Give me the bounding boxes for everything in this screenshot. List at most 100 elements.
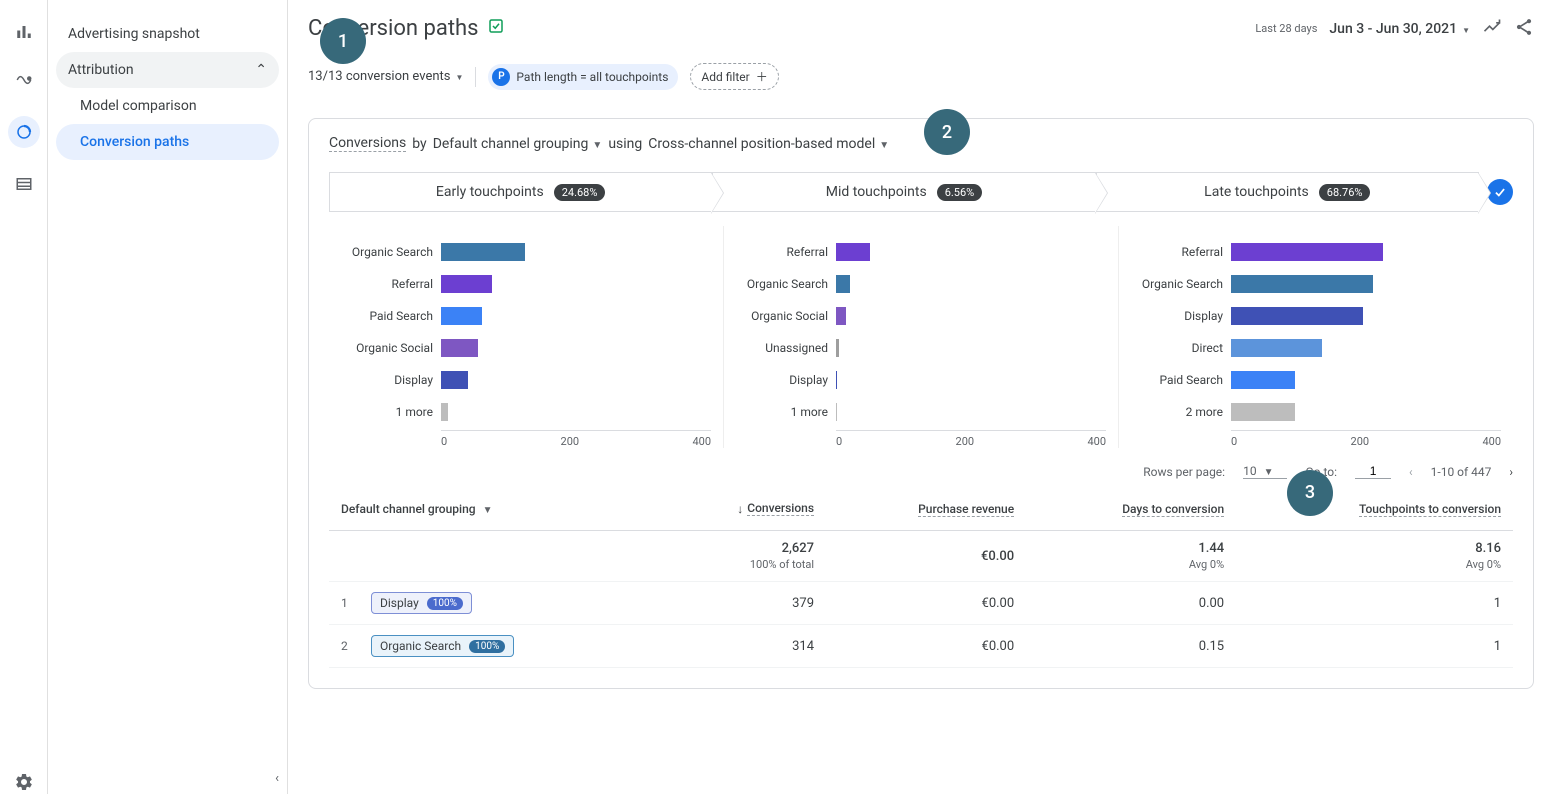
model-selector[interactable]: Cross-channel position-based model▼ bbox=[648, 136, 889, 152]
card-title-using: using bbox=[608, 136, 642, 152]
chart-column: Organic Search Referral Paid Search Organic… bbox=[329, 226, 724, 448]
table-row[interactable]: 2Organic Search 100% 314 €0.00 0.15 1 bbox=[329, 625, 1513, 668]
filter-chip-path-length[interactable]: P Path length = all touchpoints bbox=[488, 64, 678, 90]
callout-3: 3 bbox=[1287, 470, 1333, 516]
sidebar-collapse-icon[interactable]: ‹ bbox=[275, 771, 279, 786]
col-days[interactable]: Days to conversion bbox=[1026, 487, 1236, 531]
bar-row: Organic Social bbox=[341, 334, 711, 362]
bar-row: Organic Search bbox=[1131, 270, 1501, 298]
channel-chip: Display 100% bbox=[371, 592, 472, 614]
bar-label: Organic Search bbox=[1131, 277, 1231, 291]
bar-label: 1 more bbox=[736, 405, 836, 419]
axis-ticks: 0200400 bbox=[441, 430, 711, 448]
callout-1: 1 bbox=[320, 18, 366, 64]
bar-row: Display bbox=[341, 366, 711, 394]
sidebar-item-model-comparison[interactable]: Model comparison bbox=[56, 88, 279, 124]
sidebar-item-conversion-paths[interactable]: Conversion paths bbox=[56, 124, 279, 160]
tab-late-touchpoints[interactable]: Late touchpoints 68.76% bbox=[1096, 172, 1479, 212]
data-table: Default channel grouping ▼ ↓ Conversions… bbox=[329, 487, 1513, 668]
bar-row: Organic Search bbox=[341, 238, 711, 266]
bar-label: Display bbox=[341, 373, 441, 387]
conversions-card: 2 Conversions by Default channel groupin… bbox=[308, 118, 1534, 689]
bar bbox=[441, 307, 482, 325]
rail-advertising-icon[interactable] bbox=[8, 116, 40, 148]
bar-row: Organic Social bbox=[736, 302, 1106, 330]
bar bbox=[441, 339, 478, 357]
bar-label: Unassigned bbox=[736, 341, 836, 355]
bar bbox=[836, 275, 850, 293]
bar bbox=[836, 371, 837, 389]
next-page-icon[interactable]: › bbox=[1509, 465, 1513, 479]
bar-label: Referral bbox=[736, 245, 836, 259]
bar bbox=[1231, 339, 1322, 357]
sidebar-label: Attribution bbox=[68, 62, 134, 78]
bar-label: Direct bbox=[1131, 341, 1231, 355]
channel-chip: Organic Search 100% bbox=[371, 635, 514, 657]
settings-icon[interactable] bbox=[12, 770, 36, 794]
verified-icon bbox=[487, 16, 505, 41]
charts-row: Organic Search Referral Paid Search Organic… bbox=[329, 226, 1513, 448]
bar-label: Paid Search bbox=[341, 309, 441, 323]
bar-label: 1 more bbox=[341, 405, 441, 419]
filter-chip-text: Path length = all touchpoints bbox=[516, 70, 668, 84]
bar-label: Organic Social bbox=[341, 341, 441, 355]
bar bbox=[441, 275, 492, 293]
bar-row: Paid Search bbox=[341, 302, 711, 330]
main-content: 1 Conversion paths Last 28 days Jun 3 - … bbox=[288, 0, 1554, 794]
bar bbox=[1231, 307, 1363, 325]
bar-label: Organic Search bbox=[341, 245, 441, 259]
bar bbox=[1231, 243, 1383, 261]
plus-icon: ＋ bbox=[756, 68, 768, 85]
bar-row: Unassigned bbox=[736, 334, 1106, 362]
sidebar-section-attribution[interactable]: Attribution ⌃ bbox=[56, 52, 279, 88]
rows-per-page-label: Rows per page: bbox=[1143, 465, 1225, 479]
conversion-events-selector[interactable]: 13/13 conversion events bbox=[308, 69, 463, 84]
sidebar-label: Conversion paths bbox=[80, 134, 189, 150]
bar-label: Display bbox=[1131, 309, 1231, 323]
bar-label: Organic Search bbox=[736, 277, 836, 291]
tab-pct: 6.56% bbox=[937, 184, 983, 201]
col-touchpoints[interactable]: Touchpoints to conversion bbox=[1236, 487, 1513, 531]
bar-row: Referral bbox=[341, 270, 711, 298]
bar bbox=[836, 243, 870, 261]
bar-label: Organic Social bbox=[736, 309, 836, 323]
insights-icon[interactable] bbox=[1482, 17, 1502, 41]
bar-label: Paid Search bbox=[1131, 373, 1231, 387]
sidebar-label: Model comparison bbox=[80, 98, 197, 114]
bar-row: Direct bbox=[1131, 334, 1501, 362]
col-revenue[interactable]: Purchase revenue bbox=[826, 487, 1026, 531]
card-title: Conversions by Default channel grouping▼… bbox=[329, 135, 1513, 152]
date-range-selector[interactable]: Jun 3 - Jun 30, 2021 bbox=[1329, 21, 1470, 37]
touchpoint-tabs: Early touchpoints 24.68% Mid touchpoints… bbox=[329, 172, 1513, 212]
tab-mid-touchpoints[interactable]: Mid touchpoints 6.56% bbox=[712, 172, 1095, 212]
col-grouping[interactable]: Default channel grouping ▼ bbox=[329, 487, 658, 531]
bar bbox=[441, 403, 448, 421]
table-row[interactable]: 1Display 100% 379 €0.00 0.00 1 bbox=[329, 582, 1513, 625]
rail-configure-icon[interactable] bbox=[12, 172, 36, 196]
bar bbox=[1231, 371, 1295, 389]
sidebar-item-snapshot[interactable]: Advertising snapshot bbox=[56, 16, 279, 52]
col-conversions[interactable]: ↓ Conversions bbox=[658, 487, 826, 531]
goto-input[interactable] bbox=[1355, 464, 1391, 479]
bar-label: Referral bbox=[341, 277, 441, 291]
axis-ticks: 0200400 bbox=[1231, 430, 1501, 448]
add-filter-button[interactable]: Add filter ＋ bbox=[690, 63, 778, 90]
rail-explore-icon[interactable] bbox=[12, 68, 36, 92]
bar-row: Referral bbox=[736, 238, 1106, 266]
totals-row: 2,627100% of total €0.00 1.44Avg 0% 8.16… bbox=[329, 531, 1513, 582]
grouping-selector[interactable]: Default channel grouping▼ bbox=[433, 136, 603, 152]
bar-row: Display bbox=[736, 366, 1106, 394]
bar bbox=[1231, 275, 1373, 293]
rail-reports-icon[interactable] bbox=[12, 20, 36, 44]
rows-per-page-select[interactable]: 10 ▼ bbox=[1243, 464, 1287, 479]
callout-2: 2 bbox=[924, 109, 970, 155]
bar bbox=[836, 403, 837, 421]
bar-row: Paid Search bbox=[1131, 366, 1501, 394]
tab-early-touchpoints[interactable]: Early touchpoints 24.68% bbox=[329, 172, 712, 212]
prev-page-icon[interactable]: ‹ bbox=[1409, 465, 1413, 479]
metric-selector[interactable]: Conversions bbox=[329, 135, 406, 152]
share-icon[interactable] bbox=[1514, 17, 1534, 41]
bar-row: Referral bbox=[1131, 238, 1501, 266]
tab-pct: 68.76% bbox=[1319, 184, 1371, 201]
chart-column: Referral Organic Search Display Direct Paid … bbox=[1119, 226, 1513, 448]
